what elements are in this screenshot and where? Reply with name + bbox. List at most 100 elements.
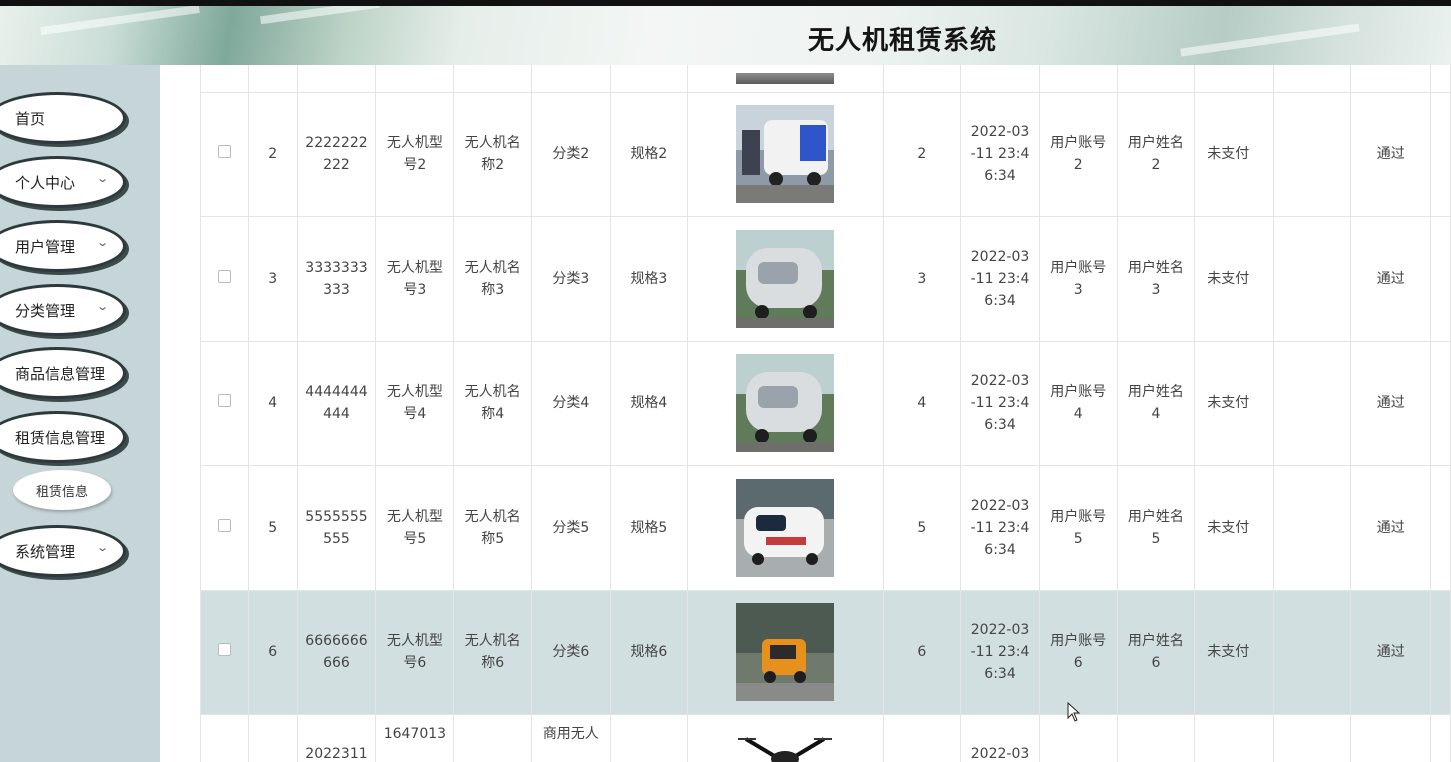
- order-number: 3333333333: [296, 216, 377, 342]
- category: 分类5: [531, 465, 611, 591]
- drone-name: 无人机名称5: [453, 465, 533, 591]
- submenu-item-label: 租赁信息: [35, 484, 88, 500]
- chevron-down-icon: ⌄: [95, 541, 109, 554]
- rental-time: 2022-03-11 23:46:34: [960, 216, 1040, 342]
- table-row-partial-top: [200, 65, 1451, 93]
- quantity: 2: [882, 91, 962, 217]
- category: 分类4: [531, 340, 611, 466]
- chevron-down-icon: ⌄: [95, 236, 109, 249]
- delivery-robot-image: [736, 105, 835, 204]
- category: 分类2: [531, 91, 611, 217]
- review-status: 通过: [1350, 91, 1431, 217]
- menu-item-label: 系统管理: [15, 542, 76, 561]
- delivery-vehicle-image: [736, 603, 835, 702]
- user-account: 用户账号6: [1038, 589, 1118, 715]
- menu-item-label: 个人中心: [15, 173, 76, 192]
- drone-model: 无人机型号5: [375, 465, 455, 591]
- category-partial: 商用无人: [531, 714, 611, 762]
- review-status: 通过: [1350, 216, 1431, 342]
- drone-image: [736, 733, 834, 762]
- menu-item-home[interactable]: 首页: [0, 92, 126, 144]
- menu-item-label: 用户管理: [15, 237, 76, 256]
- table-row: 4 4444444444 无人机型号4 无人机名称4 分类4 规格4 4 202…: [200, 340, 1451, 466]
- user-name: 用户姓名2: [1116, 91, 1196, 217]
- drone-model: 无人机型号6: [375, 589, 455, 715]
- category: 分类3: [531, 216, 611, 342]
- order-number: 2222222222: [296, 91, 377, 217]
- rental-time: 2022-03-11 23:46:34: [960, 589, 1040, 715]
- sidebar: 首页 个人中心 ⌄ 用户管理 ⌄ 分类管理 ⌄ 商品信息管理 租赁信息管理 租赁…: [0, 65, 160, 762]
- menu-item-label: 商品信息管理: [15, 364, 106, 383]
- rental-time: 2022-03-11 23:46:34: [960, 91, 1040, 217]
- product-image-cell: [687, 216, 884, 342]
- app-header: 无人机租赁系统: [0, 6, 1451, 65]
- spec: 规格6: [609, 589, 689, 715]
- quantity: 4: [882, 340, 962, 466]
- payment-status: 未支付: [1194, 216, 1274, 342]
- user-name: 用户姓名3: [1116, 216, 1196, 342]
- drone-name: 无人机名称4: [453, 340, 533, 466]
- quantity: 6: [882, 589, 962, 715]
- submenu-item-rental-info[interactable]: 租赁信息: [13, 470, 111, 510]
- payment-status: 未支付: [1194, 340, 1274, 466]
- row-index: 2: [247, 91, 298, 217]
- order-number: 5555555555: [296, 465, 377, 591]
- delivery-robot-image: [736, 478, 835, 577]
- app-title: 无人机租赁系统: [808, 26, 998, 56]
- chevron-down-icon: ⌄: [95, 172, 109, 185]
- row-checkbox[interactable]: [217, 269, 231, 283]
- table-row: 2 2222222222 无人机型号2 无人机名称2 分类2 规格2 2 202…: [200, 91, 1451, 217]
- user-name: 用户姓名4: [1116, 340, 1196, 466]
- row-index: 3: [247, 216, 298, 342]
- product-image-cell: [687, 465, 884, 591]
- chevron-down-icon: ⌄: [95, 300, 109, 313]
- menu-item-rental-info-management[interactable]: 租赁信息管理: [0, 411, 126, 463]
- menu-item-user-management[interactable]: 用户管理 ⌄: [0, 220, 126, 272]
- spec: 规格4: [609, 340, 689, 466]
- row-checkbox[interactable]: [217, 643, 231, 657]
- menu-item-category-management[interactable]: 分类管理 ⌄: [0, 284, 126, 336]
- review-status: 通过: [1350, 340, 1431, 466]
- review-status: 通过: [1350, 589, 1431, 715]
- drone-name: 无人机名称2: [453, 91, 533, 217]
- table-row: 5 5555555555 无人机型号5 无人机名称5 分类5 规格5 5 202…: [200, 465, 1451, 591]
- row-index: 6: [247, 589, 298, 715]
- row-checkbox[interactable]: [217, 394, 231, 408]
- menu-item-system-management[interactable]: 系统管理 ⌄: [0, 525, 126, 577]
- payment-status: 未支付: [1194, 589, 1274, 715]
- row-checkbox[interactable]: [217, 145, 231, 159]
- header-decoration: [40, 6, 200, 36]
- drone-name: 无人机名称3: [453, 216, 533, 342]
- rental-time: 2022-03-11 23:46:34: [960, 340, 1040, 466]
- order-number: 6666666666: [296, 589, 377, 715]
- user-account: 用户账号2: [1038, 91, 1118, 217]
- menu-item-label: 分类管理: [15, 301, 76, 320]
- rental-time-partial: 2022-03: [960, 714, 1040, 762]
- row-checkbox[interactable]: [217, 518, 231, 532]
- row-index: 5: [247, 465, 298, 591]
- menu-item-label: 首页: [15, 109, 46, 128]
- rental-table: 2 2222222222 无人机型号2 无人机名称2 分类2 规格2 2 202…: [200, 65, 1451, 762]
- drone-model: 无人机型号3: [375, 216, 455, 342]
- drone-model: 无人机型号4: [375, 340, 455, 466]
- product-image-partial: [736, 72, 835, 84]
- quantity: 5: [882, 465, 962, 591]
- payment-status: 未支付: [1194, 91, 1274, 217]
- delivery-robot-image: [736, 229, 835, 328]
- user-account: 用户账号5: [1038, 465, 1118, 591]
- menu-item-personal-center[interactable]: 个人中心 ⌄: [0, 156, 126, 208]
- user-account: 用户账号3: [1038, 216, 1118, 342]
- table-row-partial-bottom: 2022311 1647013 商用无人 2022-03: [200, 714, 1451, 762]
- drone-model: 无人机型号2: [375, 91, 455, 217]
- header-decoration: [1180, 23, 1360, 57]
- rental-time: 2022-03-11 23:46:34: [960, 465, 1040, 591]
- drone-name: 无人机名称6: [453, 589, 533, 715]
- product-image-cell: [687, 589, 884, 715]
- spec: 规格3: [609, 216, 689, 342]
- payment-status: 未支付: [1194, 465, 1274, 591]
- order-number: 4444444444: [296, 340, 377, 466]
- table-row: 3 3333333333 无人机型号3 无人机名称3 分类3 规格3 3 202…: [200, 216, 1451, 342]
- mouse-cursor-icon: [1067, 702, 1081, 722]
- menu-item-product-info-management[interactable]: 商品信息管理: [0, 347, 126, 399]
- spec: 规格5: [609, 465, 689, 591]
